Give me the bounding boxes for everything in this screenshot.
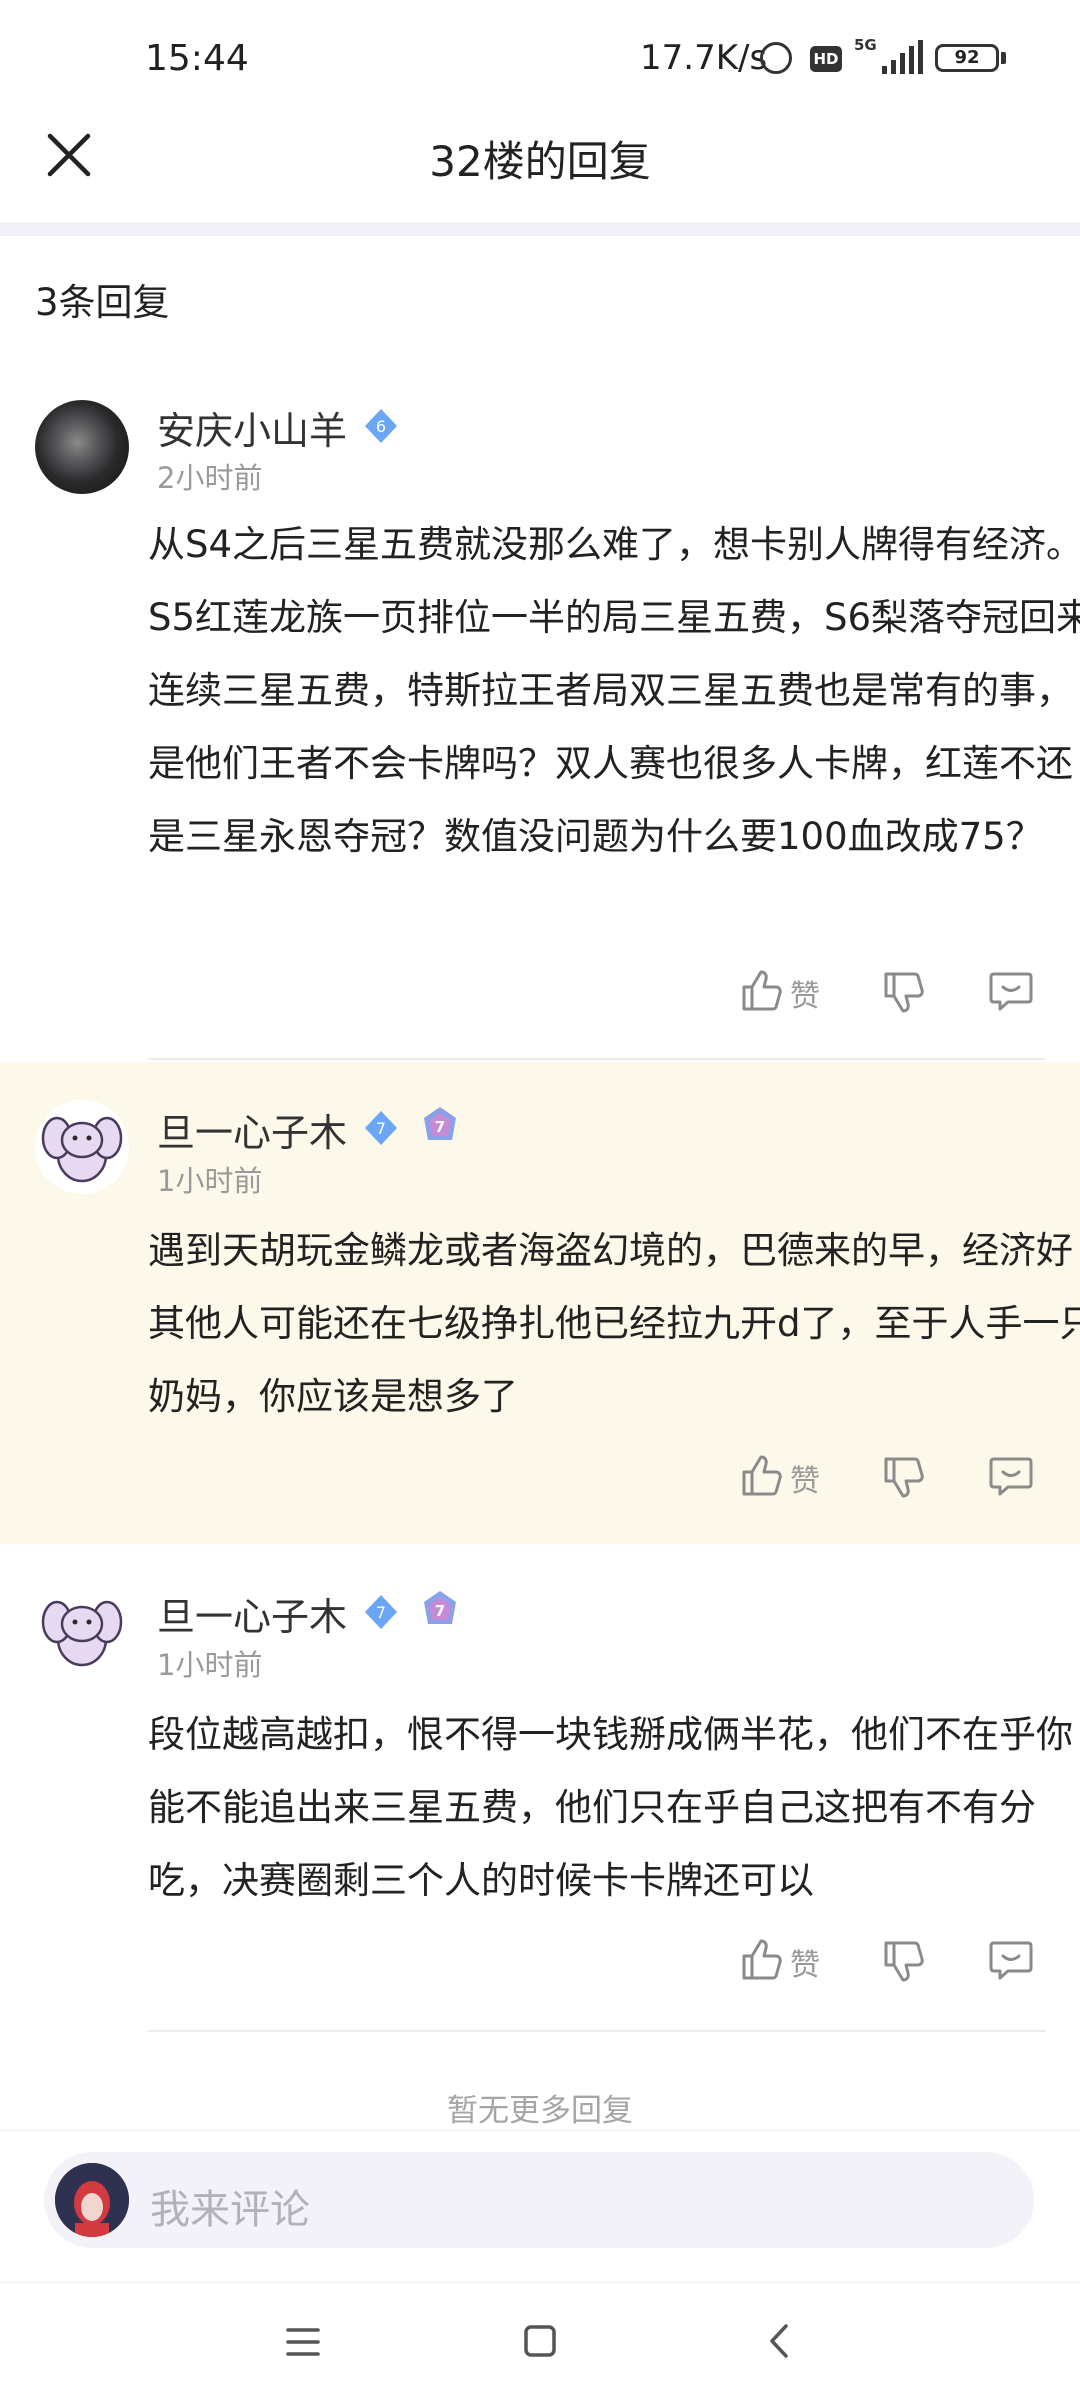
battery-tip [1001,52,1006,64]
replies-count: 3条回复 [35,281,170,324]
medal-icon: 7 [424,1591,456,1624]
network-speed: 17.7K/s [640,38,768,78]
status-bar: 15:44 17.7K/s HD 5G 92 [0,0,1080,120]
reply-icon[interactable] [988,1453,1034,1499]
level-number: 7 [376,1603,386,1622]
header-divider [0,222,1080,236]
like-icon[interactable] [738,1452,784,1498]
signal-icon [882,40,923,74]
reply-icon[interactable] [988,968,1034,1014]
avatar[interactable] [35,1100,129,1194]
username[interactable]: 安庆小山羊 [157,400,347,455]
post-time: 2小时前 [157,461,263,495]
like-icon[interactable] [738,1936,784,1982]
level-number: 6 [376,417,386,436]
medal-icon: 7 [424,1107,456,1140]
dislike-icon[interactable] [880,970,926,1016]
level-badge-icon: 7 [365,1595,397,1629]
username[interactable]: 旦一心子木 [157,1102,347,1157]
status-time: 15:44 [145,38,249,79]
divider [148,2030,1045,2032]
home-icon[interactable] [522,2323,558,2359]
system-nav-bar [0,2282,1080,2401]
avatar[interactable] [35,1584,129,1678]
comment-text[interactable]: 从S4之后三星五费就没那么难了，想卡别人牌得有经济。S5红莲龙族一页排位一半的局… [148,508,1080,873]
no-more-replies: 暂无更多回复 [447,2093,633,2129]
hd-icon: HD [810,46,842,72]
level-badge-icon: 6 [365,409,397,443]
like-label[interactable]: 赞 [790,971,820,1015]
user-avatar[interactable] [55,2163,129,2237]
menu-icon[interactable] [285,2325,321,2359]
alarm-icon [760,42,792,74]
divider [148,1058,1045,1060]
like-label[interactable]: 赞 [790,1456,820,1500]
dislike-icon[interactable] [880,1939,926,1985]
battery-icon: 92 [935,44,999,72]
medal-number: 7 [435,1602,445,1620]
dislike-icon[interactable] [880,1455,926,1501]
comment-item-highlighted: 旦一心子木 7 7 1小时前 遇到天胡玩金鳞龙或者海盗幻境的，巴德来的早，经济好… [0,1062,1080,1544]
comment-text[interactable]: 段位越高越扣，恨不得一块钱掰成俩半花，他们不在乎你能不能追出来三星五费，他们只在… [148,1698,1080,1917]
comment-item: 旦一心子木 7 7 1小时前 段位越高越扣，恨不得一块钱掰成俩半花，他们不在乎你… [0,1546,1080,2036]
level-badge-icon: 7 [365,1111,397,1145]
medal-number: 7 [435,1118,445,1136]
comment-placeholder[interactable]: 我来评论 [150,2177,310,2235]
like-label[interactable]: 赞 [790,1940,820,1984]
network-type: 5G [854,36,877,54]
comment-text[interactable]: 遇到天胡玩金鳞龙或者海盗幻境的，巴德来的早，经济好其他人可能还在七级挣扎他已经拉… [148,1214,1080,1433]
post-time: 1小时前 [157,1648,263,1682]
username[interactable]: 旦一心子木 [157,1586,347,1641]
comment-item: 安庆小山羊 6 2小时前 从S4之后三星五费就没那么难了，想卡别人牌得有经济。S… [0,370,1080,1060]
post-time: 1小时前 [157,1164,263,1198]
avatar[interactable] [35,400,129,494]
like-icon[interactable] [738,967,784,1013]
reply-icon[interactable] [988,1937,1034,1983]
page-title: 32楼的回复 [429,137,651,186]
back-icon[interactable] [764,2323,794,2359]
level-number: 7 [376,1119,386,1138]
